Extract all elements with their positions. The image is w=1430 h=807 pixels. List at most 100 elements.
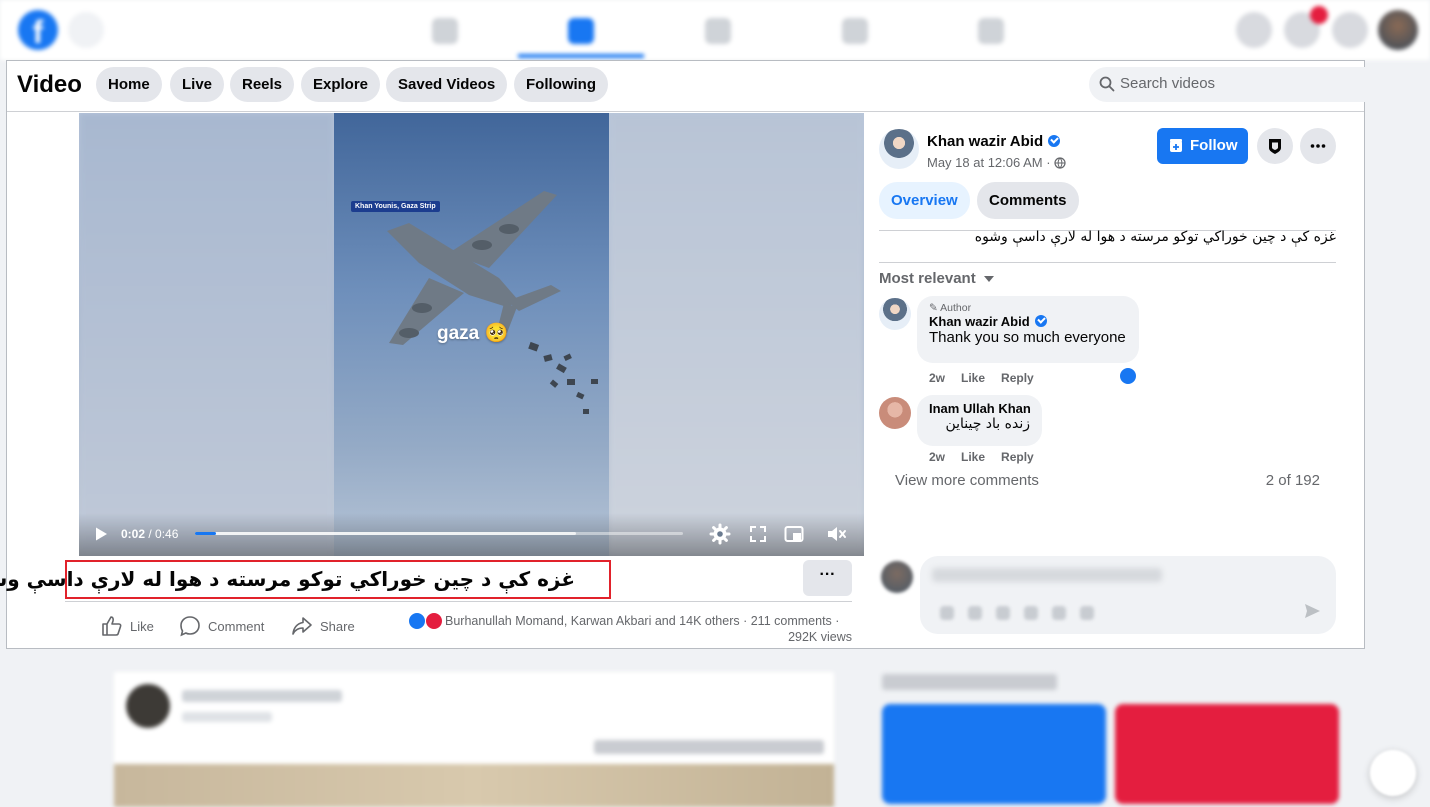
like-reaction-icon[interactable] <box>1119 367 1137 385</box>
verified-badge-icon <box>1034 315 1047 327</box>
comments-count-indicator: 2 of 192 <box>1265 472 1320 489</box>
share-arrow-icon <box>292 617 312 635</box>
video-duration: 0:46 <box>155 527 179 541</box>
author-badge: Author <box>929 302 1127 314</box>
reaction-icons[interactable] <box>408 612 448 632</box>
like-button[interactable]: Like <box>101 614 161 638</box>
view-more-comments-link[interactable]: View more comments <box>895 472 1039 489</box>
marketplace-icon[interactable] <box>705 18 731 44</box>
commenter-name-text[interactable]: Khan wazir Abid <box>929 314 1030 329</box>
video-header: Video Home Live Reels Explore Saved Vide… <box>7 61 1419 112</box>
picture-in-picture-icon[interactable] <box>783 523 805 545</box>
post-date[interactable]: May 18 at 12:06 AM · <box>927 155 1066 170</box>
emoji-icon[interactable] <box>968 606 982 620</box>
explore-title-blurred <box>882 674 1057 690</box>
account-avatar[interactable] <box>1378 10 1418 50</box>
search-icon[interactable] <box>68 12 104 48</box>
author-avatar[interactable] <box>879 129 919 169</box>
facebook-logo[interactable]: f <box>18 10 58 50</box>
page-title: Video <box>17 71 82 98</box>
commenter-avatar[interactable] <box>879 397 911 429</box>
mute-icon[interactable] <box>825 523 847 545</box>
comment-composer-input[interactable] <box>920 556 1336 634</box>
share-label: Share <box>320 619 355 634</box>
share-button[interactable]: Share <box>291 614 361 638</box>
tab-live[interactable]: Live <box>170 67 225 102</box>
reactions-summary[interactable]: Burhanullah Momand, Karwan Akbari and 14… <box>445 614 839 628</box>
explore-live-card[interactable] <box>1115 704 1339 804</box>
groups-icon[interactable] <box>842 18 868 44</box>
comment-sort-dropdown[interactable]: Most relevant <box>879 270 994 287</box>
like-label: Like <box>130 619 154 634</box>
avatar-sticker-icon[interactable] <box>940 606 954 620</box>
gif-icon[interactable] <box>1024 606 1038 620</box>
seek-bar[interactable] <box>195 532 683 535</box>
video-panel: Video Home Live Reels Explore Saved Vide… <box>0 60 1419 649</box>
seek-buffered <box>195 532 576 535</box>
commenter-avatar[interactable] <box>879 298 911 330</box>
settings-gear-icon[interactable] <box>709 523 731 545</box>
post-more-button[interactable]: ··· <box>803 560 852 596</box>
gaming-icon[interactable] <box>978 18 1004 44</box>
comments-count[interactable]: 211 comments <box>751 614 832 628</box>
comment-button[interactable]: Comment <box>179 614 274 638</box>
comment-meta: 2w Like Reply <box>929 371 1050 385</box>
tab-reels[interactable]: Reels <box>230 67 295 102</box>
commenter-name[interactable]: Khan wazir Abid <box>929 314 1127 329</box>
author-name[interactable]: Khan wazir Abid <box>927 133 1061 150</box>
notifications-icon[interactable] <box>1332 12 1368 48</box>
sort-label: Most relevant <box>879 270 976 287</box>
location-tag: Khan Younis, Gaza Strip <box>351 201 440 212</box>
follow-button[interactable]: Follow <box>1157 128 1248 164</box>
comment-bubble-icon <box>180 616 200 637</box>
comment-text: Thank you so much everyone <box>929 329 1126 346</box>
composer-placeholder-blurred <box>932 568 1162 582</box>
video-icon[interactable] <box>568 18 594 44</box>
follow-page-icon <box>1170 139 1182 152</box>
video-blur-right <box>609 113 864 556</box>
tab-comments[interactable]: Comments <box>977 182 1079 219</box>
tab-following[interactable]: Following <box>514 67 608 102</box>
divider <box>879 262 1336 263</box>
fullscreen-icon[interactable] <box>747 523 769 545</box>
notification-badge <box>1310 6 1328 24</box>
commenter-name[interactable]: Inam Ullah Khan <box>929 401 1031 416</box>
sticker-icon[interactable] <box>1052 606 1066 620</box>
home-icon[interactable] <box>432 18 458 44</box>
caret-down-icon <box>983 276 994 282</box>
explore-home-card[interactable] <box>882 704 1106 804</box>
tab-explore[interactable]: Explore <box>301 67 381 102</box>
save-video-button[interactable] <box>1257 128 1293 164</box>
tab-saved-videos[interactable]: Saved Videos <box>386 67 508 102</box>
bookmark-shield-icon <box>1269 139 1281 154</box>
cargo-plane-image <box>387 191 598 414</box>
author-name-text[interactable]: Khan wazir Abid <box>927 133 1043 150</box>
tab-home[interactable]: Home <box>96 67 162 102</box>
video-player[interactable]: Khan Younis, Gaza Strip gaza 🥺 0:02 / 0:… <box>79 113 864 556</box>
more-options-button[interactable] <box>1300 128 1336 164</box>
attach-icon[interactable] <box>1080 606 1094 620</box>
comment-age: 2w <box>929 371 946 385</box>
divider <box>65 601 852 602</box>
comment-label: Comment <box>208 619 265 634</box>
tab-overview[interactable]: Overview <box>879 182 970 219</box>
search-placeholder: Search videos <box>1120 75 1216 92</box>
post-date-text[interactable]: May 18 at 12:06 AM · <box>927 155 1051 170</box>
views-count: 292K views <box>788 630 852 644</box>
current-user-avatar <box>881 561 913 593</box>
feed-author-name-blurred <box>182 690 342 702</box>
new-message-icon[interactable] <box>1370 750 1416 796</box>
send-icon[interactable] <box>1303 602 1321 620</box>
menu-icon[interactable] <box>1236 12 1272 48</box>
play-icon[interactable] <box>93 526 109 542</box>
comment-reply-button[interactable]: Reply <box>1001 371 1034 385</box>
seek-progress <box>195 532 216 535</box>
comment-bubble: Author Khan wazir Abid Thank you so much… <box>917 296 1139 363</box>
search-videos-input[interactable]: Search videos <box>1089 67 1419 102</box>
comment-like-button[interactable]: Like <box>961 450 985 464</box>
camera-icon[interactable] <box>996 606 1010 620</box>
comment-like-button[interactable]: Like <box>961 371 985 385</box>
reactions-names[interactable]: Burhanullah Momand, Karwan Akbari and 14… <box>445 614 740 628</box>
comment-bubble: Inam Ullah Khan زنده باد چیناین <box>917 395 1042 446</box>
comment-reply-button[interactable]: Reply <box>1001 450 1034 464</box>
